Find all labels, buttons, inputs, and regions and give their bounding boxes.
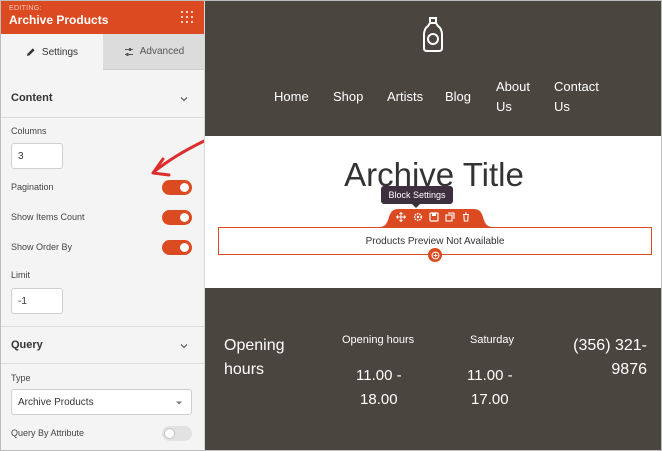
tab-settings[interactable]: Settings [1,34,103,70]
pencil-icon [26,48,35,56]
tooltip-pointer [412,204,420,208]
limit-input[interactable]: -1 [11,288,63,314]
footer-col2-heading: Saturday [470,334,515,346]
editing-label: EDITING: [9,5,42,12]
footer-phone-line2: 9876 [611,361,647,378]
drag-handle-icon[interactable] [180,10,194,24]
footer-opening-line1: Opening [224,337,285,354]
toggle-knob [180,243,189,252]
products-preview-text: Products Preview Not Available [365,235,505,247]
limit-label: Limit [11,270,31,280]
nav-shop[interactable]: Shop [333,87,363,107]
annotation-arrow [151,139,204,177]
footer-col2-hours: 11.00 - 17.00 [467,364,513,412]
footer-col1-line1: 11.00 - [356,367,402,384]
show-items-count-toggle[interactable] [162,210,192,225]
nav-artists[interactable]: Artists [387,87,423,107]
duplicate-icon[interactable] [445,212,455,222]
section-divider [1,117,204,118]
app-window: EDITING: Archive Products Settings Advan… [0,0,662,451]
nav-contact[interactable]: Contact Us [554,77,599,117]
footer-col2-line2: 17.00 [471,391,509,408]
sidebar-tabs: Settings Advanced [1,34,204,70]
caret-down-icon [176,401,182,405]
nav-about-line1: About [496,79,530,94]
query-section-title[interactable]: Query [11,339,43,351]
move-icon[interactable] [396,212,406,222]
sidebar-header: EDITING: Archive Products [1,1,204,34]
nav-home[interactable]: Home [274,87,309,107]
type-label: Type [11,373,31,383]
block-settings-tooltip: Block Settings [381,186,453,204]
show-order-by-toggle[interactable] [162,240,192,255]
tab-settings-label: Settings [41,46,79,58]
save-icon[interactable] [429,212,439,222]
section-divider [1,363,204,364]
gear-icon[interactable] [413,212,423,222]
footer-col1-hours: 11.00 - 18.00 [356,364,402,412]
site-header: Home Shop Artists Blog About Us Contact … [205,1,661,136]
nav-about[interactable]: About Us [496,77,530,117]
show-order-by-label: Show Order By [11,242,73,252]
footer-opening-line2: hours [224,361,265,378]
nav-contact-line2: Us [554,99,570,114]
footer-col1-heading: Opening hours [342,334,415,346]
sliders-icon [124,47,133,56]
toggle-knob [180,213,189,222]
query-by-attribute-toggle[interactable] [162,426,192,441]
type-select[interactable]: Archive Products [11,389,192,415]
block-title: Archive Products [9,13,109,27]
add-block-button[interactable] [428,248,442,262]
bottle-logo-icon[interactable] [421,15,445,53]
settings-sidebar: EDITING: Archive Products Settings Advan… [1,1,205,450]
chevron-down-icon[interactable] [179,341,189,351]
nav-contact-line1: Contact [554,79,599,94]
toggle-knob [165,429,174,438]
columns-label: Columns [11,126,47,136]
chevron-down-icon[interactable] [179,94,189,104]
plus-circle-icon [431,251,439,259]
type-select-value: Archive Products [18,396,94,408]
tab-advanced[interactable]: Advanced [103,34,204,70]
footer-opening-heading: Opening hours [224,334,285,382]
columns-input[interactable]: 3 [11,143,63,169]
nav-blog[interactable]: Blog [445,87,471,107]
site-footer: Opening hours Opening hours 11.00 - 18.0… [205,288,661,450]
nav-about-line2: Us [496,99,512,114]
content-section-title[interactable]: Content [11,92,53,104]
tab-advanced-label: Advanced [139,46,185,57]
archive-section: Archive Title Block Settings Products Pr… [205,136,661,288]
trash-icon[interactable] [461,212,471,222]
section-divider [1,326,204,327]
query-by-attribute-label: Query By Attribute [11,428,85,438]
pagination-label: Pagination [11,182,54,192]
footer-phone-line1: (356) 321- [573,337,647,354]
footer-col1-line2: 18.00 [360,391,398,408]
footer-phone[interactable]: (356) 321- 9876 [573,334,647,382]
footer-col2-line1: 11.00 - [467,367,513,384]
show-items-count-label: Show Items Count [11,212,85,222]
page-canvas: Home Shop Artists Blog About Us Contact … [205,1,661,450]
